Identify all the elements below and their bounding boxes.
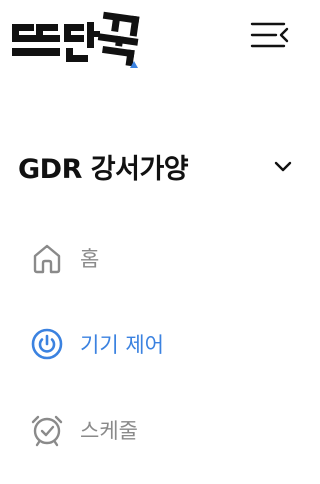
nav-item-label: 스케줄	[80, 419, 138, 443]
home-icon	[30, 241, 64, 275]
nav-item-label: 홈	[80, 247, 100, 271]
nav-item-label: 기기 제어	[80, 333, 164, 357]
power-icon	[30, 327, 64, 361]
alarm-clock-icon	[30, 413, 64, 447]
nav-item-device-control[interactable]: 기기 제어	[30, 322, 270, 366]
brand-logo	[12, 10, 140, 70]
nav-item-schedule[interactable]: 스케줄	[30, 408, 270, 452]
site-selector[interactable]: GDR 강서가양	[18, 146, 296, 186]
menu-collapse-icon[interactable]	[248, 18, 290, 52]
nav-item-home[interactable]: 홈	[30, 236, 270, 280]
site-name: GDR 강서가양	[18, 153, 189, 185]
chevron-down-icon[interactable]	[272, 155, 294, 177]
